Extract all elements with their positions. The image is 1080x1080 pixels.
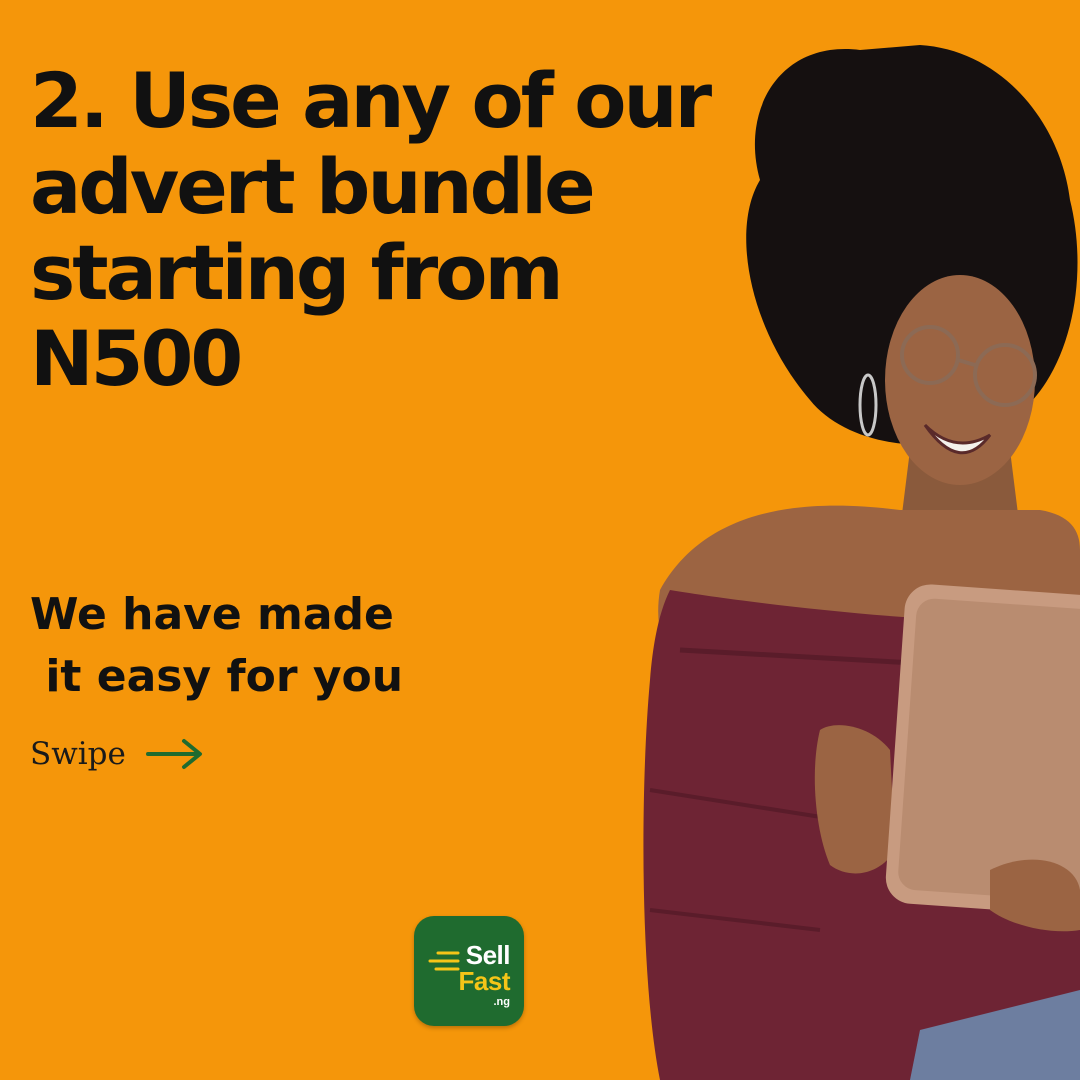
sellfast-logo: Sell Fast .ng [414, 916, 524, 1026]
subheadline-line-1: We have made [30, 589, 394, 640]
logo-word-sell: Sell [465, 940, 511, 970]
arrow-right-icon [145, 739, 202, 769]
swipe-prompt[interactable]: Swipe [30, 728, 204, 780]
logo-word-fast: Fast [458, 966, 511, 996]
subheadline-line-2: it easy for you [30, 651, 404, 702]
swipe-label: Swipe [30, 736, 126, 772]
logo-domain-suffix: .ng [493, 996, 511, 1008]
woman-with-tablet-photo [643, 45, 1080, 1080]
speed-lines-icon [428, 951, 460, 971]
subheadline: We have made it easy for you [30, 584, 550, 708]
